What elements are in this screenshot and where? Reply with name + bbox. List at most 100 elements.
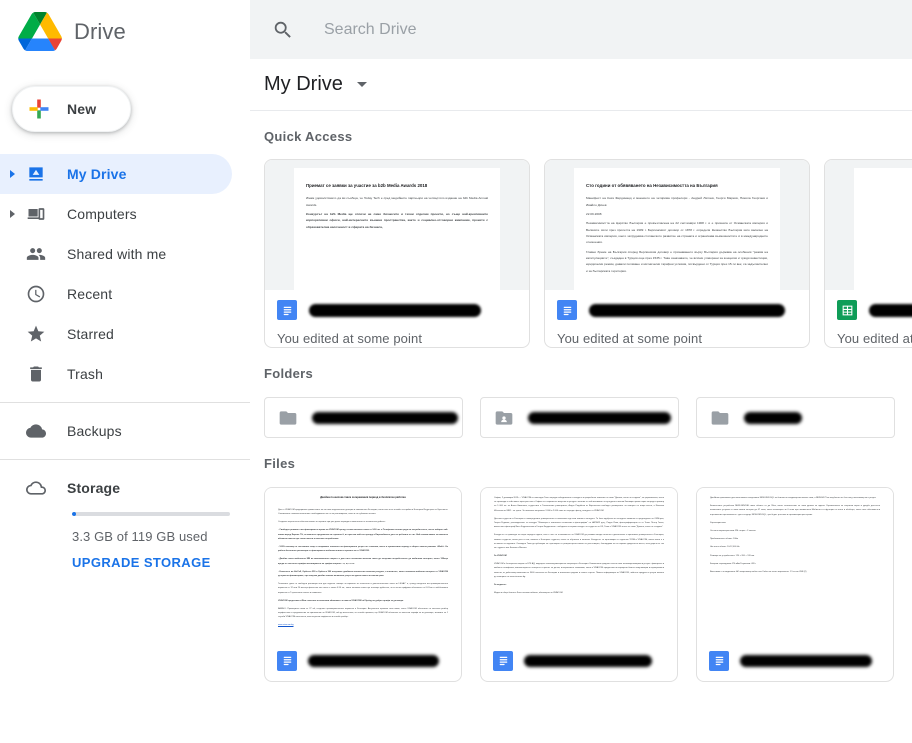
preview-paragraph: Имам удоволствието да ви съобща, че Toda… [306, 196, 488, 207]
quick-access-card[interactable]: You edited at [824, 159, 912, 348]
quick-access-card[interactable]: Приемат се заявки за участие за b2b Medi… [264, 159, 530, 348]
content-scroll-area[interactable]: Quick Access Приемат се заявки за участи… [250, 111, 912, 743]
file-thumbnail: Сто години от обявяването на Независимос… [545, 160, 809, 298]
quick-access-card[interactable]: Сто години от обявяването на Независимос… [544, 159, 810, 348]
preview-paragraph: За VIVACOM [494, 555, 507, 558]
upgrade-storage-link[interactable]: UPGRADE STORAGE [72, 555, 232, 570]
sidebar-item-backups[interactable]: Backups [0, 411, 232, 451]
new-button[interactable]: New [12, 86, 131, 132]
preview-paragraph: Безплатните устройства NEW-XEN/XEL имат … [710, 505, 880, 516]
storage-usage-text: 3.3 GB of 119 GB used [72, 529, 208, 544]
shared-folder-icon [494, 408, 514, 428]
redacted-file-name [309, 303, 481, 317]
trash-icon [24, 362, 48, 386]
folder-chip[interactable] [480, 397, 679, 438]
sidebar-item-computers[interactable]: Computers [0, 194, 232, 234]
main-content: My Drive Quick Access Приемат се заявки … [250, 0, 912, 743]
chevron-down-icon[interactable] [356, 82, 367, 87]
files-title: Files [264, 456, 296, 471]
file-thumbnail [825, 160, 912, 298]
preview-paragraph: - Клиентите на UniCall, Орбител 250 и Ор… [278, 570, 448, 577]
preview-paragraph: Конкурсът се провежда за втора поредна г… [494, 534, 664, 549]
google-sheets-icon [837, 300, 857, 320]
new-button-label: New [67, 101, 97, 117]
google-docs-icon [277, 300, 297, 320]
preview-paragraph: Размери на устройството: 120 × 200 × 120… [710, 554, 755, 557]
preview-paragraph: - Двойна такса мобилното МВ на максималн… [278, 558, 448, 565]
preview-paragraph: Независимостта на Царство България е про… [586, 221, 768, 245]
preview-paragraph: Конкурсът на b2b Media ще отличи не само… [306, 212, 488, 229]
search-input[interactable] [322, 19, 842, 40]
sidebar-item-label: Recent [67, 286, 113, 302]
preview-paragraph: VIVACOM е българската марка на БТК АД, в… [494, 563, 664, 578]
card-meta: You edited at some point [545, 290, 809, 347]
plus-icon [27, 97, 51, 121]
preview-paragraph: Десетки студенти от България и новоградс… [494, 517, 664, 529]
folder-chip[interactable] [696, 397, 895, 438]
preview-paragraph: Основни характеристики: FM стерео - 3 ка… [710, 529, 756, 532]
card-meta [481, 640, 677, 681]
sidebar-item-my-drive[interactable]: My Drive [0, 154, 232, 194]
folder-chip[interactable] [264, 397, 463, 438]
preview-heading: Двойна по-висока такса за мрежовия перио… [320, 496, 406, 499]
drive-app: Drive New My Drive Computers Shared with… [0, 0, 912, 743]
my-drive-icon [24, 162, 48, 186]
quick-access-row: Приемат се заявки за участие за b2b Medi… [264, 159, 912, 348]
preview-paragraph: Батерии: зареждаемо 470 мАч/Слушалки: 42… [710, 562, 756, 565]
card-meta: You edited at some point [265, 290, 529, 347]
storage-header[interactable]: Storage [0, 468, 250, 508]
card-meta: You edited at [825, 290, 912, 347]
file-card[interactable]: София, 2 декември 2013 г. - VIVACOM и ст… [480, 487, 678, 682]
sidebar-item-label: Shared with me [67, 246, 167, 262]
preview-paragraph: Вместимост на изделието: AC-захранваща к… [710, 570, 807, 573]
sidebar-divider-1 [0, 402, 250, 403]
preview-paragraph: Медия и обща бизнеса Към и всички тайнит… [494, 592, 564, 595]
cloud-filled-icon [24, 419, 48, 443]
redacted-file-name [589, 303, 785, 317]
document-preview: Приемат се заявки за участие за b2b Medi… [294, 168, 500, 298]
preview-paragraph: Днес е VIVACOM предприема променените по… [278, 508, 448, 516]
storage-progress-fill [72, 512, 77, 516]
search-bar[interactable] [250, 0, 912, 59]
brand-title: Drive [74, 19, 126, 44]
file-subtitle: You edited at some point [277, 331, 423, 346]
sidebar-item-label: Backups [67, 423, 122, 439]
folders-title: Folders [264, 366, 314, 381]
computer-icon [24, 202, 48, 226]
preview-paragraph: София, 2 декември 2013 г. - VIVACOM и ст… [494, 497, 664, 512]
storage-label: Storage [67, 480, 121, 496]
redacted-folder-name [528, 411, 671, 424]
preview-paragraph: VIVACOM представя в 49лв. месечна за мес… [278, 599, 404, 602]
sidebar-item-trash[interactable]: Trash [0, 354, 232, 394]
preview-paragraph: Телекомът дава се свободни разговори към… [278, 583, 448, 594]
file-card[interactable]: Дви Ание превозване две пачи можете полу… [696, 487, 894, 682]
file-name-row [277, 300, 517, 320]
files-row: Двойна по-висока такса за мрежовия перио… [264, 487, 912, 682]
clock-icon [24, 282, 48, 306]
document-preview: Сто години от обявяването на Независимос… [574, 168, 780, 298]
preview-paragraph: Приблизителен обхват: 100м [710, 538, 739, 541]
drive-breadcrumb-header: My Drive [250, 59, 912, 111]
preview-paragraph: Манифест на Княз Фердинанд и мнението на… [586, 196, 768, 207]
expand-caret-icon[interactable] [10, 170, 15, 178]
file-thumbnail: Дви Ание превозване две пачи можете полу… [697, 488, 893, 640]
google-docs-icon [493, 650, 513, 671]
star-icon [24, 322, 48, 346]
file-subtitle: You edited at [837, 331, 912, 346]
expand-caret-icon[interactable] [10, 210, 15, 218]
preview-paragraph: За медиите: [494, 584, 507, 586]
file-card[interactable]: Двойна по-висока такса за мрежовия перио… [264, 487, 462, 682]
file-name-row [837, 300, 912, 320]
folders-row [264, 397, 912, 438]
sidebar-item-label: Computers [67, 206, 137, 222]
preview-paragraph: Следните персонални абонати влизат за пъ… [278, 521, 386, 524]
redacted-file-name [869, 303, 912, 317]
file-thumbnail: Двойна по-висока такса за мрежовия перио… [265, 488, 461, 640]
sidebar-item-shared-with-me[interactable]: Shared with me [0, 234, 232, 274]
sidebar-item-recent[interactable]: Recent [0, 274, 232, 314]
cloud-outline-icon [24, 476, 48, 500]
card-meta [697, 640, 893, 681]
sidebar-item-starred[interactable]: Starred [0, 314, 232, 354]
card-meta [265, 640, 461, 681]
sidebar: Drive New My Drive Computers Shared with… [0, 0, 250, 743]
